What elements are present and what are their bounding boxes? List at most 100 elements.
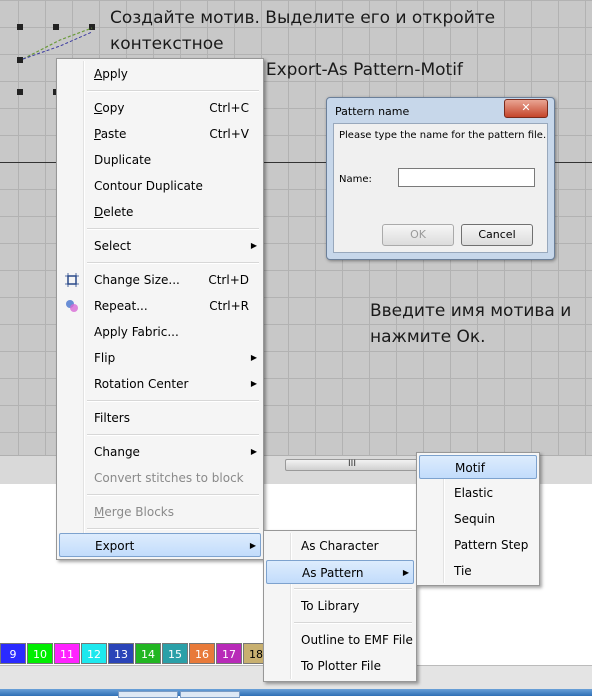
instruction-text-right: Введите имя мотива и нажмите Ок. xyxy=(370,298,571,350)
taskbar-button[interactable] xyxy=(180,691,240,698)
menu-item-label: Merge Blocks xyxy=(94,505,174,519)
menu-item-label: Rotation Center xyxy=(94,377,189,391)
menu-item-label: Flip xyxy=(94,351,116,365)
color-palette: 9 10 11 12 13 14 15 16 17 18 19 xyxy=(0,643,297,665)
name-label: Name: xyxy=(339,174,372,185)
submenu-arrow-icon: ▶ xyxy=(250,353,257,362)
menu-item-label: Duplicate xyxy=(94,153,152,167)
resize-icon xyxy=(65,273,79,287)
menu-item-elastic[interactable]: Elastic xyxy=(419,481,537,505)
menu-item-label: Outline to EMF File xyxy=(301,633,413,647)
menu-separator xyxy=(294,622,412,624)
menu-item-label: Elastic xyxy=(454,486,494,500)
menu-item-change-size[interactable]: Change Size... Ctrl+D xyxy=(59,268,261,292)
menu-item-select[interactable]: Select ▶ xyxy=(59,234,261,258)
menu-item-label: Pattern Step xyxy=(454,538,529,552)
menu-item-label: As Character xyxy=(301,539,379,553)
menu-item-as-character[interactable]: As Character xyxy=(266,534,414,558)
menu-item-convert-stitches[interactable]: Convert stitches to block xyxy=(59,466,261,490)
menu-item-label: Copy xyxy=(94,101,125,115)
menu-item-label: Filters xyxy=(94,411,130,425)
color-swatch[interactable]: 11 xyxy=(54,643,80,664)
menu-item-label: To Library xyxy=(301,599,360,613)
dialog-title: Pattern name xyxy=(335,105,410,118)
menu-separator xyxy=(87,528,259,530)
close-button[interactable]: ✕ xyxy=(504,99,548,118)
menu-separator xyxy=(87,262,259,264)
cancel-button[interactable]: Cancel xyxy=(461,224,533,246)
menu-item-pattern-step[interactable]: Pattern Step xyxy=(419,533,537,557)
export-submenu: As Character As Pattern ▶ To Library Outl… xyxy=(263,530,417,682)
menu-item-export[interactable]: Export ▶ xyxy=(59,533,261,557)
menu-item-filters[interactable]: Filters xyxy=(59,406,261,430)
menu-item-change[interactable]: Change ▶ xyxy=(59,440,261,464)
color-swatch[interactable]: 17 xyxy=(216,643,242,664)
submenu-arrow-icon: ▶ xyxy=(249,541,256,550)
context-menu: Apply Copy Ctrl+C Paste Ctrl+V Duplicate C… xyxy=(56,58,264,560)
menu-item-copy[interactable]: Copy Ctrl+C xyxy=(59,96,261,120)
menu-item-to-library[interactable]: To Library xyxy=(266,594,414,618)
menu-separator xyxy=(87,90,259,92)
menu-separator xyxy=(87,228,259,230)
selection-handle[interactable] xyxy=(17,89,23,95)
shortcut-label: Ctrl+R xyxy=(209,299,249,313)
color-swatch[interactable]: 9 xyxy=(0,643,26,664)
menu-item-label: Change Size... xyxy=(94,273,180,287)
menu-separator xyxy=(87,494,259,496)
menu-item-label: Delete xyxy=(94,205,134,219)
ok-button[interactable]: OK xyxy=(382,224,454,246)
menu-separator xyxy=(87,434,259,436)
menu-item-apply-fabric[interactable]: Apply Fabric... xyxy=(59,320,261,344)
menu-item-apply[interactable]: Apply xyxy=(59,62,261,86)
menu-item-label: Repeat... xyxy=(94,299,148,313)
submenu-arrow-icon: ▶ xyxy=(250,241,257,250)
shortcut-label: Ctrl+V xyxy=(209,127,249,141)
menu-item-label: Convert stitches to block xyxy=(94,471,244,485)
menu-item-label: Apply Fabric... xyxy=(94,325,179,339)
taskbar-button[interactable] xyxy=(118,691,178,698)
instruction-line: нажмите Ок. xyxy=(370,327,486,347)
menu-item-delete[interactable]: Delete xyxy=(59,200,261,224)
taskbar xyxy=(0,689,592,696)
menu-item-label: Paste xyxy=(94,127,127,141)
menu-item-label: Motif xyxy=(455,461,485,475)
color-swatch[interactable]: 16 xyxy=(189,643,215,664)
name-input[interactable] xyxy=(398,168,535,187)
submenu-arrow-icon: ▶ xyxy=(250,447,257,456)
menu-item-contour-duplicate[interactable]: Contour Duplicate xyxy=(59,174,261,198)
menu-item-rotation-center[interactable]: Rotation Center ▶ xyxy=(59,372,261,396)
pattern-name-dialog: Pattern name ✕ Please type the name for … xyxy=(326,97,555,260)
menu-item-duplicate[interactable]: Duplicate xyxy=(59,148,261,172)
menu-item-label: Sequin xyxy=(454,512,496,526)
menu-item-label: Change xyxy=(94,445,140,459)
menu-item-to-plotter[interactable]: To Plotter File xyxy=(266,654,414,678)
menu-item-flip[interactable]: Flip ▶ xyxy=(59,346,261,370)
scrollbar-thumb[interactable]: III xyxy=(285,459,419,471)
menu-item-sequin[interactable]: Sequin xyxy=(419,507,537,531)
menu-item-outline-emf[interactable]: Outline to EMF File xyxy=(266,628,414,652)
color-swatch[interactable]: 12 xyxy=(81,643,107,664)
pattern-submenu: Motif Elastic Sequin Pattern Step Tie xyxy=(416,452,540,586)
dialog-prompt: Please type the name for the pattern fil… xyxy=(339,130,547,141)
menu-item-label: To Plotter File xyxy=(301,659,381,673)
close-icon: ✕ xyxy=(521,101,531,114)
menu-item-label: Select xyxy=(94,239,132,253)
menu-item-label: Contour Duplicate xyxy=(94,179,203,193)
menu-item-label: Apply xyxy=(94,67,128,81)
menu-item-label: Tie xyxy=(454,564,472,578)
color-swatch[interactable]: 13 xyxy=(108,643,134,664)
repeat-icon xyxy=(66,300,78,312)
menu-item-tie[interactable]: Tie xyxy=(419,559,537,583)
color-swatch[interactable]: 10 xyxy=(27,643,53,664)
color-swatch[interactable]: 14 xyxy=(135,643,161,664)
menu-item-merge-blocks[interactable]: Merge Blocks xyxy=(59,500,261,524)
menu-item-motif[interactable]: Motif xyxy=(419,455,537,479)
menu-item-as-pattern[interactable]: As Pattern ▶ xyxy=(266,560,414,584)
menu-item-label: As Pattern xyxy=(302,566,364,580)
menu-item-paste[interactable]: Paste Ctrl+V xyxy=(59,122,261,146)
menu-separator xyxy=(87,400,259,402)
submenu-arrow-icon: ▶ xyxy=(402,568,409,577)
instruction-line: Создайте мотив. Выделите его и откройте … xyxy=(110,8,496,54)
color-swatch[interactable]: 15 xyxy=(162,643,188,664)
menu-item-repeat[interactable]: Repeat... Ctrl+R xyxy=(59,294,261,318)
